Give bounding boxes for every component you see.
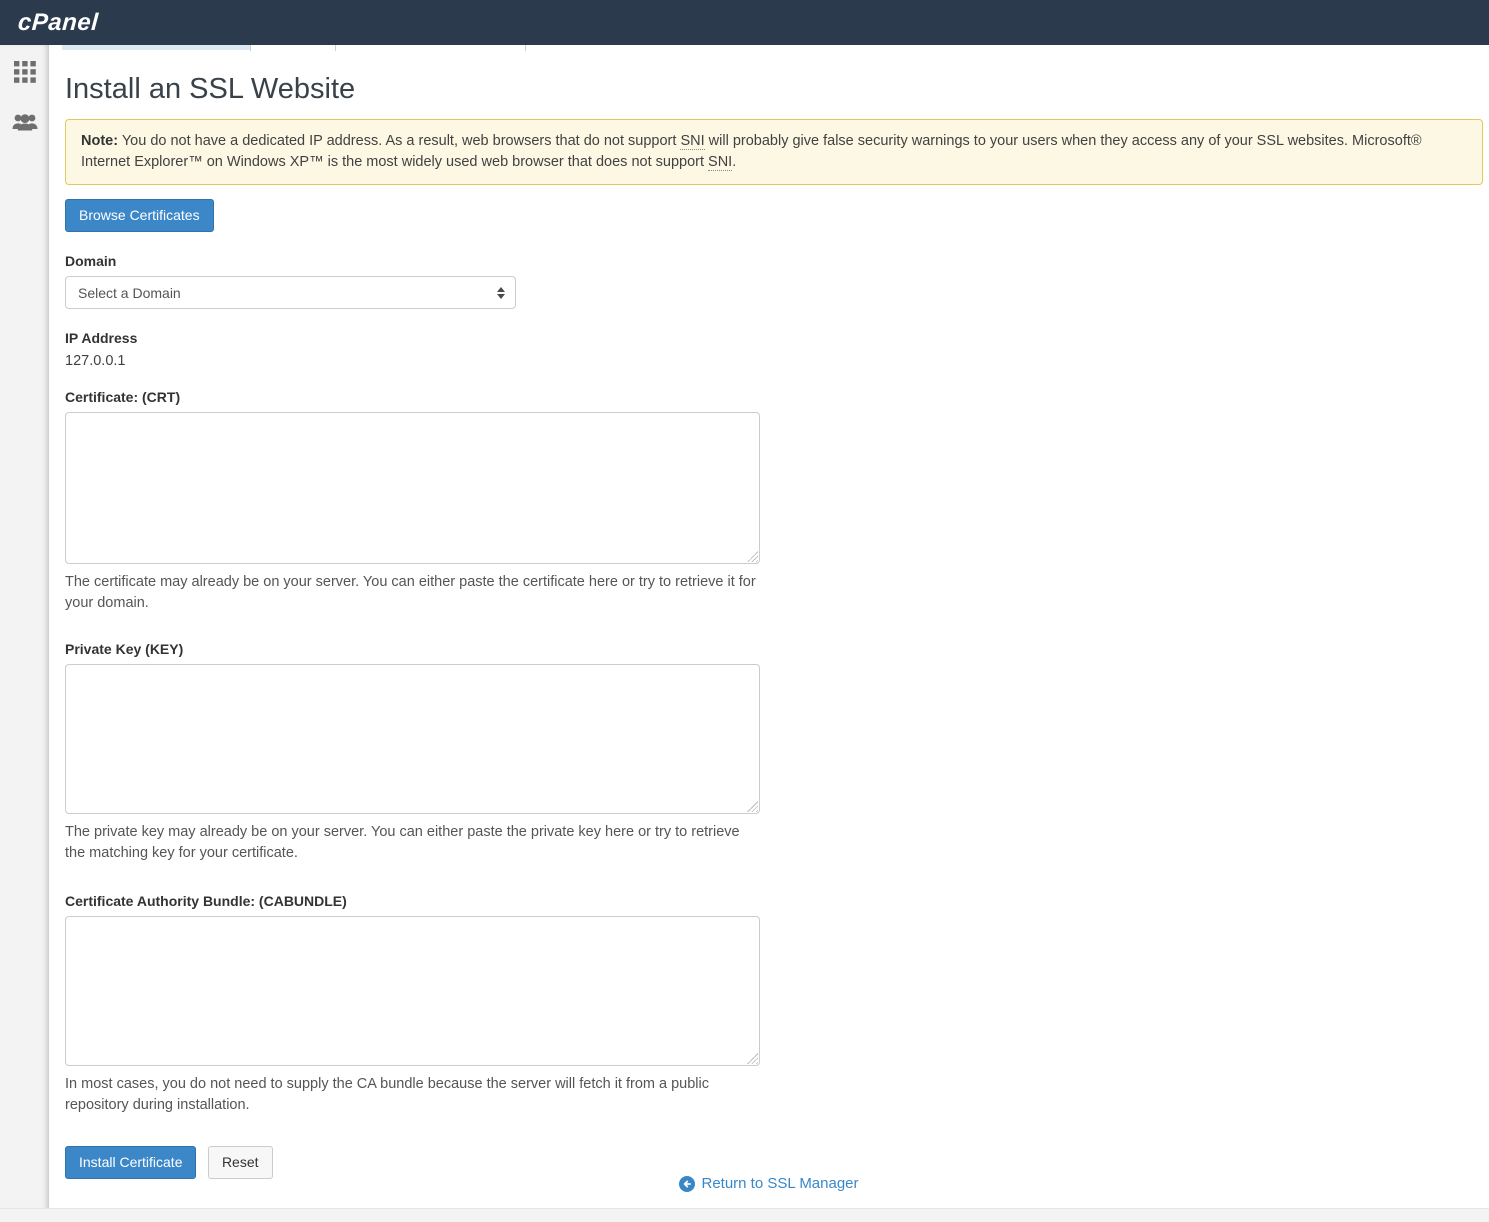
sni-abbr: SNI	[680, 133, 704, 150]
domain-select[interactable]: Select a Domain	[65, 276, 516, 309]
user-manager-icon-svg	[12, 110, 38, 134]
install-certificate-button[interactable]: Install Certificate	[65, 1146, 196, 1179]
certificate-textarea[interactable]	[65, 412, 760, 564]
domain-select-value: Select a Domain	[78, 285, 497, 301]
reset-button[interactable]: Reset	[208, 1146, 273, 1179]
apps-grid-icon-svg	[14, 61, 36, 83]
note-text: You do not have a dedicated IP address. …	[118, 133, 680, 149]
private-key-textarea[interactable]	[65, 664, 760, 814]
ip-address-label: IP Address	[65, 330, 1489, 346]
return-to-ssl-manager-link[interactable]: Return to SSL Manager	[679, 1175, 858, 1192]
page-title: Install an SSL Website	[65, 73, 1489, 106]
ip-address-value: 127.0.0.1	[65, 353, 1489, 369]
domain-label: Domain	[65, 253, 1489, 269]
cabundle-textarea[interactable]	[65, 916, 760, 1066]
certificate-help-text: The certificate may already be on your s…	[65, 572, 757, 613]
note-banner: Note: You do not have a dedicated IP add…	[65, 119, 1483, 185]
apps-grid-icon[interactable]	[12, 59, 38, 85]
note-label: Note:	[81, 133, 118, 149]
return-link-label: Return to SSL Manager	[701, 1175, 858, 1192]
tab-divider	[335, 45, 336, 51]
cabundle-label: Certificate Authority Bundle: (CABUNDLE)	[65, 893, 1489, 909]
tab-divider	[250, 45, 251, 51]
browse-certificates-button[interactable]: Browse Certificates	[65, 199, 214, 232]
private-key-help-text: The private key may already be on your s…	[65, 822, 757, 863]
footer-strip	[0, 1208, 1489, 1222]
sni-abbr: SNI	[708, 154, 732, 171]
certificate-label: Certificate: (CRT)	[65, 389, 1489, 405]
tab-divider	[525, 45, 526, 51]
arrow-left-circle-icon	[679, 1176, 695, 1192]
select-stepper-icon	[497, 287, 505, 299]
tab-indicator-strip	[62, 45, 250, 50]
return-row: Return to SSL Manager	[49, 1175, 1489, 1196]
private-key-label: Private Key (KEY)	[65, 641, 1489, 657]
icon-sidebar	[0, 45, 49, 1222]
cpanel-logo: cPanel	[17, 9, 99, 37]
user-manager-icon[interactable]	[12, 109, 38, 135]
top-navbar: cPanel	[0, 0, 1489, 45]
cabundle-help-text: In most cases, you do not need to supply…	[65, 1074, 757, 1115]
note-text: .	[732, 154, 736, 170]
main-content: Install an SSL Website Note: You do not …	[49, 45, 1489, 1222]
